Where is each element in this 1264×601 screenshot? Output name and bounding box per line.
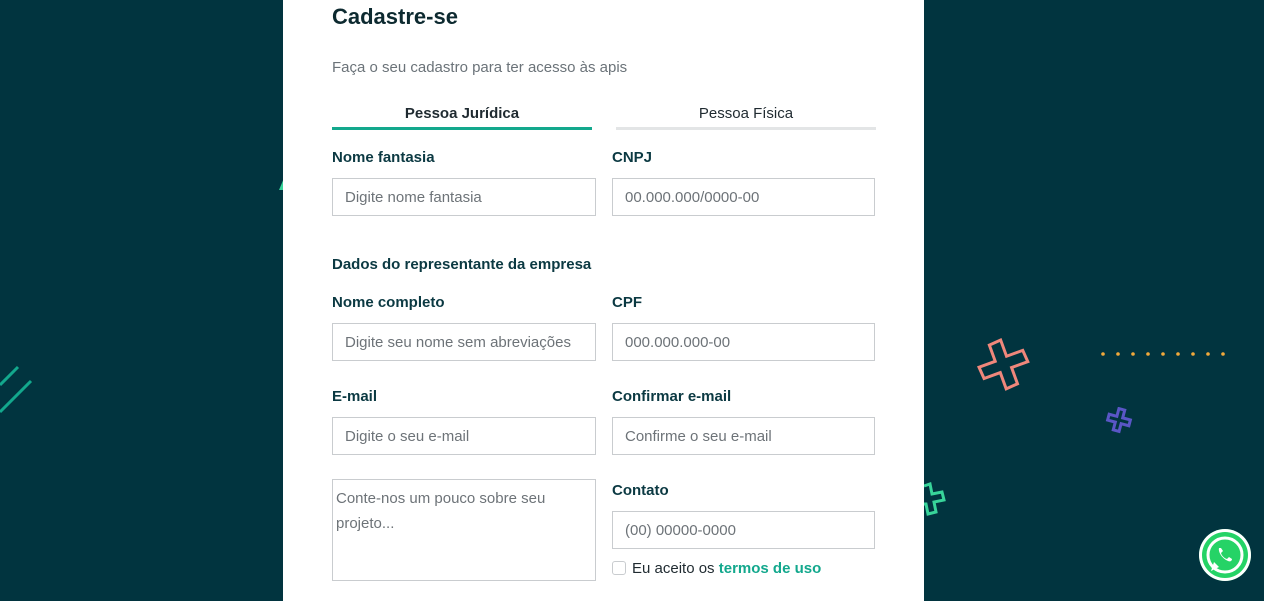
page-title: Cadastre-se — [332, 4, 458, 29]
confirm-email-input[interactable] — [612, 417, 875, 455]
page-subtitle: Faça o seu cadastro para ter acesso às a… — [332, 59, 628, 76]
cpf-input[interactable] — [612, 323, 875, 361]
decor-dots-icon — [1101, 352, 1225, 356]
signup-card: Cadastre-se Faça o seu cadastro para ter… — [283, 0, 924, 601]
confirm-email-label: Confirmar e-mail — [612, 388, 732, 405]
contato-input[interactable] — [612, 511, 875, 549]
cnpj-input[interactable] — [612, 178, 875, 216]
section-title: Dados do representante da empresa — [332, 256, 592, 273]
nome-completo-label: Nome completo — [332, 294, 445, 311]
contato-label: Contato — [612, 482, 669, 499]
email-label: E-mail — [332, 388, 378, 405]
terms-link[interactable]: termos de uso — [719, 560, 822, 577]
tab-pessoa-juridica[interactable]: Pessoa Jurídica — [332, 105, 592, 130]
terms-checkbox[interactable] — [612, 561, 626, 575]
whatsapp-button[interactable] — [1199, 529, 1251, 581]
nome-fantasia-label: Nome fantasia — [332, 149, 435, 166]
cnpj-label: CNPJ — [612, 149, 653, 166]
decor-cross-orange-icon — [976, 338, 1030, 391]
nome-completo-input[interactable] — [332, 323, 596, 361]
terms-prefix: Eu aceito os — [632, 560, 715, 577]
decor-cross-purple-icon — [1105, 407, 1133, 434]
decor-lines-icon — [0, 365, 33, 414]
nome-fantasia-input[interactable] — [332, 178, 596, 216]
terms-text: Eu aceito os termos de uso — [632, 560, 821, 577]
tab-pessoa-fisica[interactable]: Pessoa Física — [616, 105, 876, 130]
email-input[interactable] — [332, 417, 596, 455]
whatsapp-icon — [1206, 536, 1244, 574]
projeto-textarea[interactable] — [332, 479, 596, 581]
cpf-label: CPF — [612, 294, 642, 311]
